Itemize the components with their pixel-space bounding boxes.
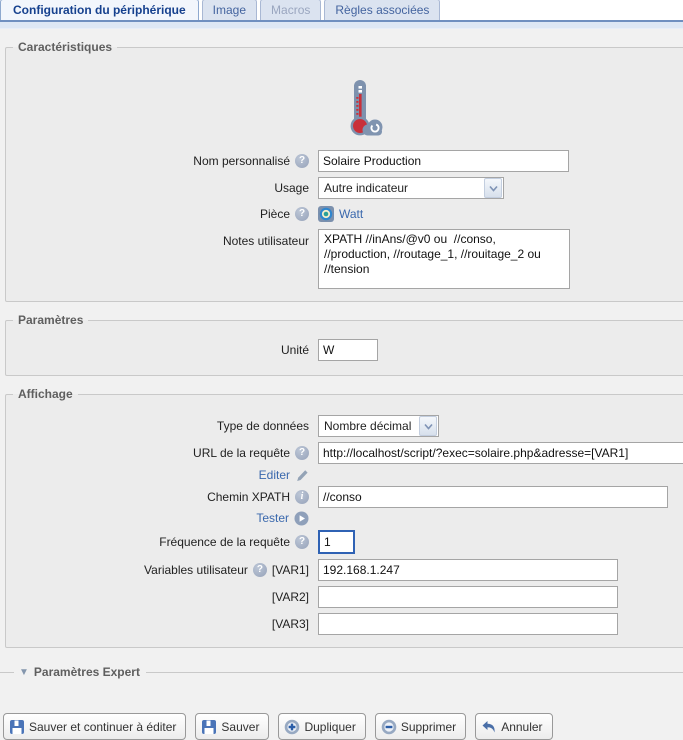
data-type-select[interactable]: Nombre décimal bbox=[318, 415, 439, 437]
play-circle-icon[interactable] bbox=[294, 511, 309, 526]
parametres-expert-label[interactable]: Paramètres Expert bbox=[34, 665, 140, 679]
usage-select[interactable]: Autre indicateur bbox=[318, 177, 504, 199]
section-caracteristiques-legend: Caractéristiques bbox=[13, 40, 117, 54]
section-affichage-legend: Affichage bbox=[13, 387, 78, 401]
row-piece: Pièce ? Watt bbox=[6, 204, 683, 224]
user-notes-textarea[interactable]: XPATH //inAns/@v0 ou //conso, //producti… bbox=[318, 229, 570, 289]
chevron-down-icon bbox=[419, 416, 437, 436]
data-type-select-value: Nombre décimal bbox=[319, 419, 411, 433]
row-nom-personnalise: Nom personnalisé ? bbox=[6, 150, 683, 172]
room-watt-link[interactable]: Watt bbox=[339, 207, 363, 221]
frequency-input[interactable] bbox=[318, 530, 355, 554]
var1-tag: [VAR1] bbox=[272, 561, 309, 579]
variables-utilisateur-label: Variables utilisateur bbox=[144, 561, 248, 579]
tab-configuration-du-peripherique[interactable]: Configuration du périphérique bbox=[0, 0, 199, 20]
tab-regles-associees[interactable]: Règles associées bbox=[324, 0, 440, 20]
unit-input[interactable] bbox=[318, 339, 378, 361]
row-variables-var1: Variables utilisateur ? [VAR1] bbox=[6, 559, 683, 581]
expert-section-header: ▼ Paramètres Expert bbox=[0, 664, 683, 680]
pencil-icon[interactable] bbox=[295, 469, 309, 482]
section-caracteristiques: Caractéristiques Nom personnalisé ? bbox=[5, 40, 683, 302]
help-icon[interactable]: ? bbox=[295, 207, 309, 221]
row-notes-utilisateur: Notes utilisateur XPATH //inAns/@v0 ou /… bbox=[6, 229, 683, 289]
undo-arrow-icon bbox=[481, 719, 497, 735]
piece-label: Pièce bbox=[260, 205, 290, 223]
xpath-input[interactable] bbox=[318, 486, 668, 508]
row-frequence-requete: Fréquence de la requête ? bbox=[6, 530, 683, 554]
var3-tag: [VAR3] bbox=[272, 615, 309, 633]
section-affichage: Affichage Type de données Nombre décimal… bbox=[5, 387, 683, 648]
var1-input[interactable] bbox=[318, 559, 618, 581]
row-url-requete: URL de la requête ? bbox=[6, 442, 683, 464]
row-unite: Unité bbox=[6, 339, 683, 361]
divider-line bbox=[0, 672, 14, 673]
notes-utilisateur-label: Notes utilisateur bbox=[223, 232, 309, 250]
unite-label: Unité bbox=[281, 341, 309, 359]
floppy-disk-icon bbox=[9, 719, 25, 735]
row-chemin-xpath: Chemin XPATH i bbox=[6, 486, 683, 508]
help-icon[interactable]: ? bbox=[295, 535, 309, 549]
row-usage: Usage Autre indicateur bbox=[6, 177, 683, 199]
var2-tag: [VAR2] bbox=[272, 588, 309, 606]
plus-circle-icon bbox=[284, 719, 300, 735]
action-button-bar: Sauver et continuer à éditer Sauver Dupl… bbox=[3, 713, 553, 740]
type-de-donnees-label: Type de données bbox=[217, 417, 309, 435]
delete-button[interactable]: Supprimer bbox=[375, 713, 466, 740]
editer-link[interactable]: Editer bbox=[259, 466, 290, 484]
usage-label: Usage bbox=[274, 179, 309, 197]
tab-bar: Configuration du périphérique Image Macr… bbox=[0, 0, 683, 22]
nom-personnalise-label: Nom personnalisé bbox=[193, 152, 290, 170]
help-icon[interactable]: ? bbox=[295, 446, 309, 460]
duplicate-button[interactable]: Dupliquer bbox=[278, 713, 365, 740]
var3-input[interactable] bbox=[318, 613, 618, 635]
url-requete-label: URL de la requête bbox=[193, 444, 290, 462]
row-variables-var3: [VAR3] bbox=[6, 613, 683, 635]
section-parametres-legend: Paramètres bbox=[13, 313, 88, 327]
minus-circle-icon bbox=[381, 719, 397, 735]
help-icon[interactable]: ? bbox=[253, 563, 267, 577]
help-icon[interactable]: ? bbox=[295, 154, 309, 168]
frequence-requete-label: Fréquence de la requête bbox=[159, 533, 290, 551]
row-type-de-donnees: Type de données Nombre décimal bbox=[6, 415, 683, 437]
room-target-icon bbox=[318, 206, 334, 222]
custom-name-input[interactable] bbox=[318, 150, 569, 172]
floppy-disk-icon bbox=[201, 719, 217, 735]
var2-input[interactable] bbox=[318, 586, 618, 608]
tester-link[interactable]: Tester bbox=[256, 509, 289, 527]
row-editer: Editer bbox=[6, 466, 683, 484]
request-url-input[interactable] bbox=[318, 442, 683, 464]
info-icon[interactable]: i bbox=[295, 490, 309, 504]
chevron-down-icon bbox=[484, 178, 502, 198]
chemin-xpath-label: Chemin XPATH bbox=[207, 488, 290, 506]
tab-macros: Macros bbox=[260, 0, 321, 20]
save-button[interactable]: Sauver bbox=[195, 713, 269, 740]
usage-select-value: Autre indicateur bbox=[319, 181, 408, 195]
row-variables-var2: [VAR2] bbox=[6, 586, 683, 608]
triangle-down-icon[interactable]: ▼ bbox=[19, 667, 29, 678]
row-tester: Tester bbox=[6, 509, 683, 527]
tab-image[interactable]: Image bbox=[202, 0, 257, 20]
tab-strip bbox=[0, 22, 683, 29]
divider-line bbox=[146, 672, 683, 673]
thermometer-with-cloud-icon bbox=[337, 78, 385, 136]
cancel-button[interactable]: Annuler bbox=[475, 713, 552, 740]
section-parametres: Paramètres Unité bbox=[5, 313, 683, 376]
save-and-continue-button[interactable]: Sauver et continuer à éditer bbox=[3, 713, 186, 740]
